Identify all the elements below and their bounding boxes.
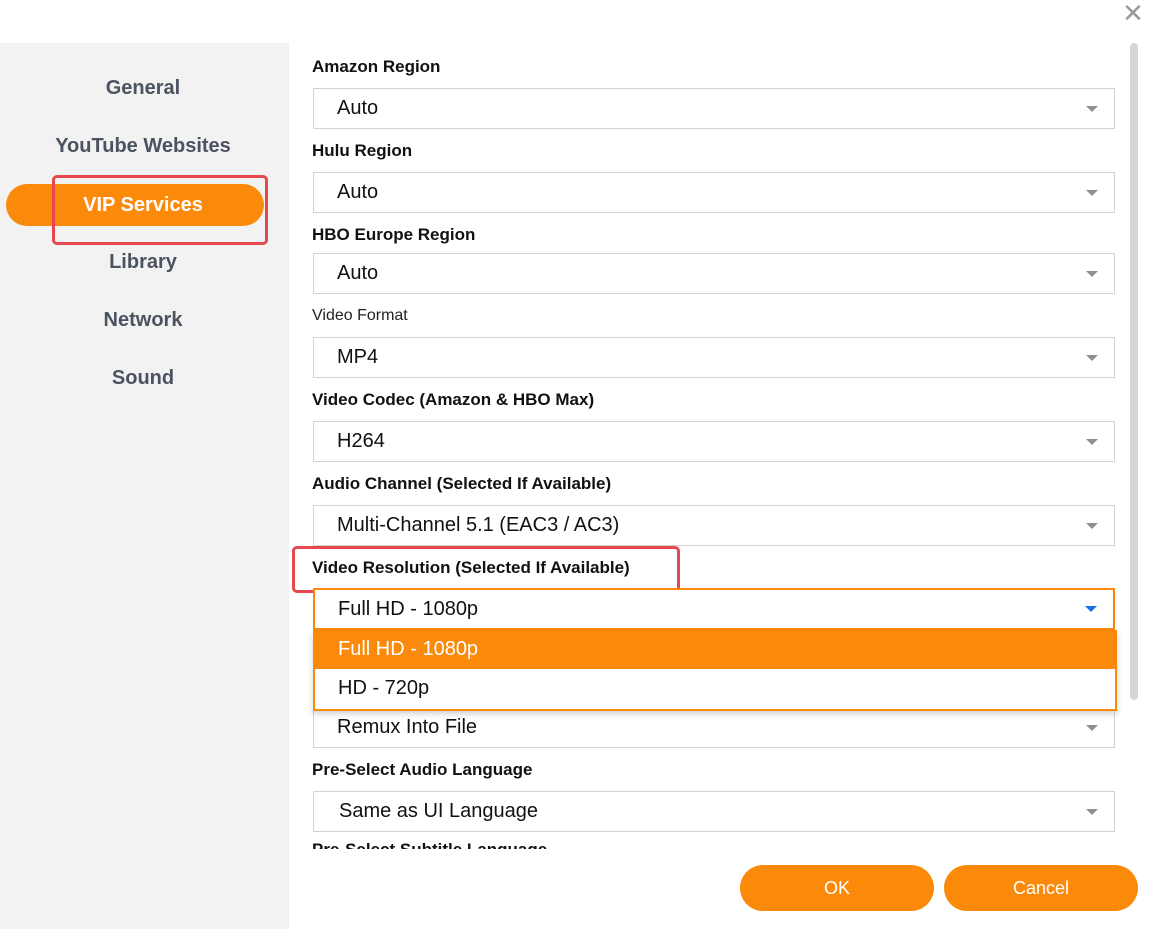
close-icon[interactable]: ✕ <box>1120 0 1146 26</box>
chevron-down-icon <box>1086 439 1098 445</box>
video-codec-label: Video Codec (Amazon & HBO Max) <box>312 390 595 409</box>
hbo-europe-region-value: Auto <box>337 262 379 284</box>
chevron-down-icon <box>1086 271 1098 277</box>
sidebar <box>0 43 289 929</box>
hulu-region-select[interactable]: Auto <box>313 172 1115 213</box>
chevron-down-icon <box>1085 606 1097 612</box>
pre-select-audio-language-select[interactable]: Same as UI Language <box>313 791 1115 832</box>
sidebar-item-network[interactable]: Network <box>6 299 264 341</box>
chevron-down-icon <box>1086 355 1098 361</box>
hulu-region-value: Auto <box>337 181 379 203</box>
hbo-europe-region-label: HBO Europe Region <box>312 225 476 244</box>
cancel-button[interactable]: Cancel <box>944 865 1138 911</box>
pre-select-subtitle-label: Pre-Select Subtitle Language <box>312 840 547 849</box>
subtitle-mode-value: Remux Into File <box>337 716 478 738</box>
amazon-region-value: Auto <box>337 97 379 119</box>
video-resolution-dropdown: Full HD - 1080p HD - 720p <box>313 630 1117 711</box>
hbo-europe-region-select[interactable]: Auto <box>313 253 1115 294</box>
option-hd-720p[interactable]: HD - 720p <box>315 669 1115 708</box>
video-format-select[interactable]: MP4 <box>313 337 1115 378</box>
pre-select-audio-language-value: Same as UI Language <box>339 800 539 822</box>
video-codec-select[interactable]: H264 <box>313 421 1115 462</box>
video-resolution-value: Full HD - 1080p <box>338 598 479 620</box>
ok-button[interactable]: OK <box>740 865 934 911</box>
sidebar-item-library[interactable]: Library <box>6 241 264 283</box>
amazon-region-select[interactable]: Auto <box>313 88 1115 129</box>
chevron-down-icon <box>1086 523 1098 529</box>
amazon-region-label: Amazon Region <box>312 57 441 76</box>
audio-channel-value: Multi-Channel 5.1 (EAC3 / AC3) <box>337 514 620 536</box>
sidebar-item-sound[interactable]: Sound <box>6 357 264 399</box>
video-codec-value: H264 <box>337 430 385 452</box>
video-format-label: Video Format <box>312 307 408 324</box>
chevron-down-icon <box>1086 106 1098 112</box>
video-resolution-select[interactable]: Full HD - 1080p <box>313 588 1115 630</box>
subtitle-mode-select[interactable]: Remux Into File <box>313 707 1115 748</box>
chevron-down-icon <box>1086 809 1098 815</box>
chevron-down-icon <box>1086 725 1098 731</box>
option-full-hd-1080p[interactable]: Full HD - 1080p <box>315 630 1115 669</box>
sidebar-item-general[interactable]: General <box>6 67 264 109</box>
video-resolution-label: Video Resolution (Selected If Available) <box>312 558 630 577</box>
video-format-value: MP4 <box>337 346 379 368</box>
audio-channel-label: Audio Channel (Selected If Available) <box>312 474 612 493</box>
audio-channel-select[interactable]: Multi-Channel 5.1 (EAC3 / AC3) <box>313 505 1115 546</box>
pre-select-audio-language-label: Pre-Select Audio Language <box>312 760 533 779</box>
scrollbar[interactable] <box>1130 43 1138 700</box>
hulu-region-label: Hulu Region <box>312 141 413 160</box>
sidebar-item-vip-services[interactable]: VIP Services <box>6 184 264 226</box>
chevron-down-icon <box>1086 190 1098 196</box>
sidebar-item-youtube-websites[interactable]: YouTube Websites <box>6 125 264 167</box>
